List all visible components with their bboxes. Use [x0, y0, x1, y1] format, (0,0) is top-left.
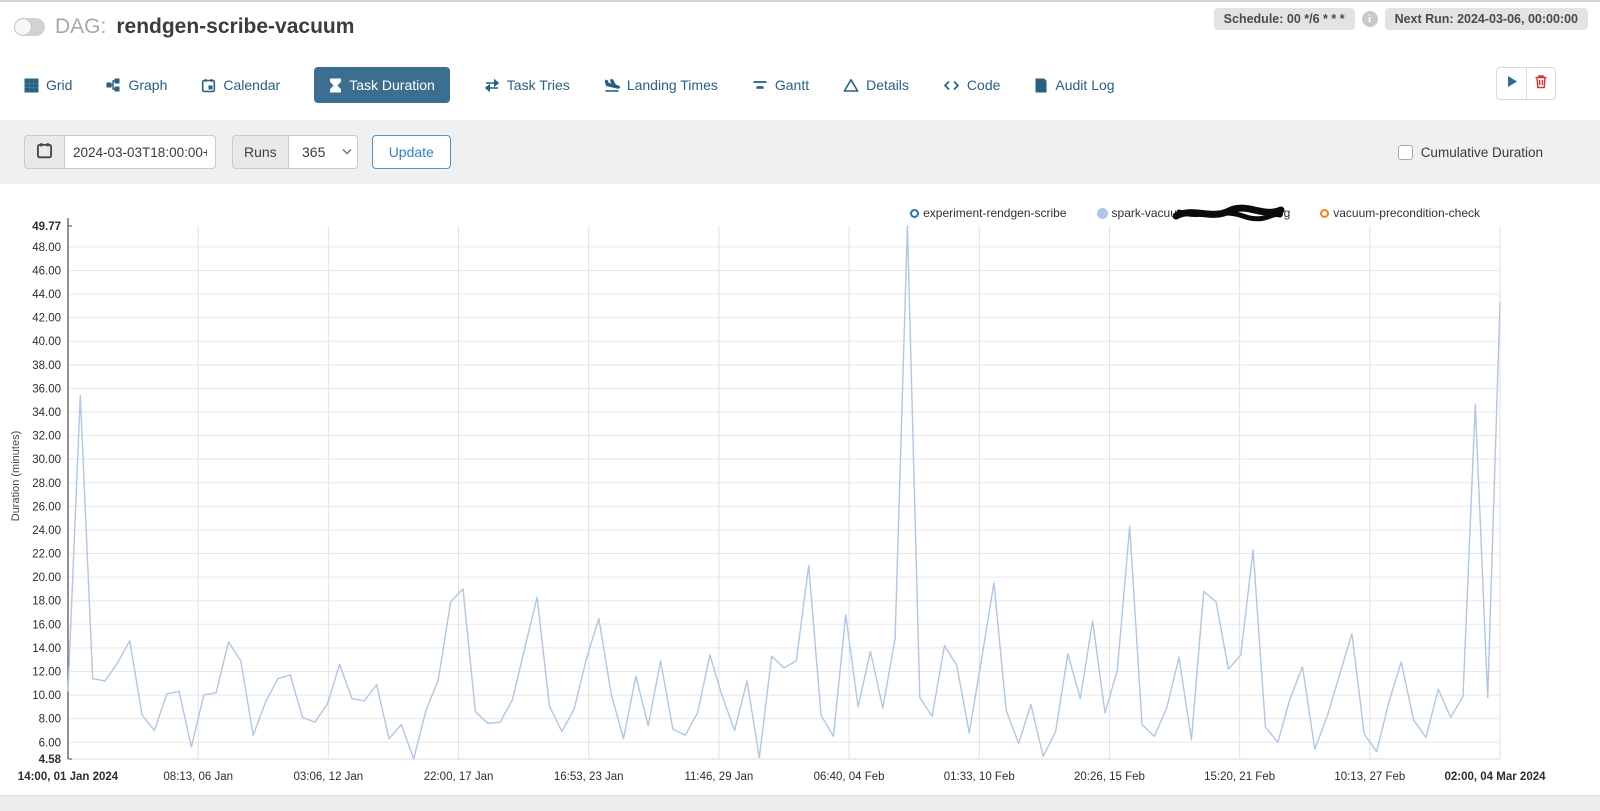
tab-task-tries[interactable]: Task Tries — [484, 77, 570, 93]
y-tick-label: 48.00 — [32, 242, 61, 254]
filter-bar: Runs 365 Update Cumulative Duration — [0, 120, 1600, 184]
y-tick-label: 44.00 — [32, 289, 61, 301]
x-tick-label: 22:00, 17 Jan — [424, 771, 494, 783]
dag-action-buttons — [1496, 67, 1556, 100]
x-tick-label: 14:00, 01 Jan 2024 — [18, 771, 119, 783]
y-tick-label: 36.00 — [32, 383, 61, 395]
legend-marker-hollow-orange — [1320, 209, 1329, 218]
x-tick-label: 01:33, 10 Feb — [944, 771, 1015, 783]
legend-item-experiment-rendgen-scribe[interactable]: experiment-rendgen-scribe — [910, 206, 1066, 220]
y-tick-label: 22.00 — [32, 549, 61, 561]
play-icon — [1506, 75, 1518, 93]
x-tick-label: 08:13, 06 Jan — [163, 771, 233, 783]
y-tick-label: 16.00 — [32, 619, 61, 631]
tab-task-duration[interactable]: Task Duration — [314, 67, 450, 103]
airflow-dag-page: DAG: rendgen-scribe-vacuum Schedule: 00 … — [0, 0, 1600, 811]
legend-marker-filled-lightblue — [1097, 208, 1108, 219]
calendar-icon — [36, 142, 53, 162]
x-tick-label: 03:06, 12 Jan — [294, 771, 364, 783]
date-picker-button[interactable] — [24, 135, 64, 169]
gantt-icon — [752, 78, 768, 93]
tab-code[interactable]: Code — [943, 77, 1000, 93]
repeat-icon — [484, 78, 500, 93]
tab-audit-log[interactable]: Audit Log — [1034, 77, 1114, 93]
tab-landing-times[interactable]: Landing Times — [604, 77, 718, 93]
delete-dag-button[interactable] — [1526, 67, 1556, 100]
cumulative-duration-checkbox[interactable] — [1398, 145, 1413, 160]
legend-item-vacuum-precondition-check[interactable]: vacuum-precondition-check — [1320, 206, 1480, 220]
tab-calendar[interactable]: Calendar — [201, 77, 280, 93]
task-duration-chart: experiment-rendgen-scribe spark-vacuu og… — [0, 187, 1600, 797]
info-icon[interactable]: i — [1362, 11, 1378, 27]
x-tick-label: 15:20, 21 Feb — [1204, 771, 1275, 783]
y-tick-label: 32.00 — [32, 431, 61, 443]
header: DAG: rendgen-scribe-vacuum Schedule: 00 … — [0, 2, 1600, 54]
y-tick-label: 8.00 — [39, 714, 61, 726]
dag-pause-toggle[interactable] — [14, 18, 45, 36]
graph-icon — [106, 78, 121, 93]
y-tick-label: 14.00 — [32, 643, 61, 655]
x-tick-label: 20:26, 15 Feb — [1074, 771, 1145, 783]
y-tick-label: 12.00 — [32, 666, 61, 678]
audit-log-icon — [1034, 78, 1048, 93]
trigger-dag-button[interactable] — [1496, 67, 1526, 100]
grid-icon — [24, 78, 39, 93]
y-tick-label: 28.00 — [32, 478, 61, 490]
tab-grid[interactable]: Grid — [24, 77, 72, 93]
y-tick-label: 26.00 — [32, 501, 61, 513]
trash-icon — [1534, 74, 1548, 94]
x-tick-label: 02:00, 04 Mar 2024 — [1444, 771, 1546, 783]
base-date-input[interactable] — [64, 135, 216, 169]
dag-label-prefix: DAG: — [55, 15, 106, 39]
tab-gantt[interactable]: Gantt — [752, 77, 809, 93]
redaction-scribble — [1179, 205, 1275, 221]
footer-strip — [0, 795, 1600, 811]
x-tick-label: 10:13, 27 Feb — [1334, 771, 1405, 783]
y-tick-label: 10.00 — [32, 690, 61, 702]
legend-item-spark-vacuum-log[interactable]: spark-vacuu og — [1097, 205, 1291, 221]
calendar-icon — [201, 78, 216, 93]
y-tick-label: 42.00 — [32, 313, 61, 325]
y-tick-label: 18.00 — [32, 596, 61, 608]
chart-legend: experiment-rendgen-scribe spark-vacuu og… — [910, 205, 1480, 221]
y-tick-label: 40.00 — [32, 336, 61, 348]
tab-graph[interactable]: Graph — [106, 77, 167, 93]
y-tick-label: 49.77 — [32, 221, 61, 233]
y-tick-label: 30.00 — [32, 454, 61, 466]
y-axis-title: Duration (minutes) — [10, 416, 22, 536]
y-tick-label: 4.58 — [39, 754, 62, 766]
legend-marker-hollow-blue — [910, 209, 919, 218]
runs-label: Runs — [232, 135, 288, 169]
y-tick-label: 20.00 — [32, 572, 61, 584]
view-tabs: Grid Graph Calendar Task Duration Task T… — [24, 64, 1115, 106]
triangle-icon — [843, 78, 859, 93]
y-tick-label: 24.00 — [32, 525, 61, 537]
hourglass-icon — [329, 78, 342, 93]
schedule-badge: Schedule: 00 */6 * * * — [1214, 8, 1355, 30]
x-tick-label: 16:53, 23 Jan — [554, 771, 624, 783]
y-tick-label: 34.00 — [32, 407, 61, 419]
plane-landing-icon — [604, 78, 620, 93]
x-tick-label: 11:46, 29 Jan — [684, 771, 753, 783]
code-icon — [943, 78, 960, 93]
num-runs-select[interactable]: 365 — [288, 135, 358, 169]
toggle-knob — [15, 19, 31, 35]
x-tick-label: 06:40, 04 Feb — [814, 771, 885, 783]
y-tick-label: 38.00 — [32, 360, 61, 372]
duration-chart-svg: 49.77 48.00 46.00 44.00 42.00 40.00 38.00 36.00… — [0, 187, 1600, 797]
y-tick-label: 6.00 — [39, 737, 61, 749]
tab-details[interactable]: Details — [843, 77, 909, 93]
page-title: rendgen-scribe-vacuum — [116, 15, 354, 39]
next-run-badge: Next Run: 2024-03-06, 00:00:00 — [1385, 8, 1588, 30]
cumulative-duration-label: Cumulative Duration — [1421, 145, 1543, 160]
y-tick-label: 46.00 — [32, 265, 61, 277]
series-line — [68, 226, 1500, 759]
update-button[interactable]: Update — [372, 135, 451, 169]
